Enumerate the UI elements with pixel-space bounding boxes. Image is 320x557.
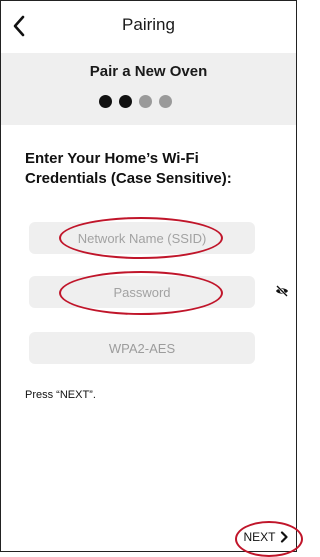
app-screen: Pairing Pair a New Oven Enter Your Home’… [0,0,303,557]
pairing-stepper: Pair a New Oven [1,53,296,125]
instructions-line-2: Credentials (Case Sensitive): [25,170,232,187]
stepper-title: Pair a New Oven [89,63,208,80]
chevron-right-icon [280,531,288,543]
password-input[interactable] [29,276,255,308]
step-dot-pending [159,95,172,108]
step-dot-complete [119,95,132,108]
security-type-field[interactable] [29,332,255,364]
instruction-hint: Press “NEXT”. [25,389,96,401]
next-label: NEXT [243,530,276,544]
header: Pairing [1,1,296,51]
ssid-input[interactable] [29,222,255,254]
step-indicator [99,95,172,109]
instructions-line-1: Enter Your Home’s Wi-Fi [25,150,199,167]
password-visibility-toggle[interactable] [275,284,289,298]
eye-slash-icon [276,285,288,297]
wifi-instructions: Enter Your Home’s Wi-Fi Credentials (Cas… [25,149,285,189]
page-title: Pairing [122,15,175,34]
step-dot-complete [99,95,112,108]
next-button[interactable]: NEXT [235,525,297,549]
step-dot-pending [139,95,152,108]
